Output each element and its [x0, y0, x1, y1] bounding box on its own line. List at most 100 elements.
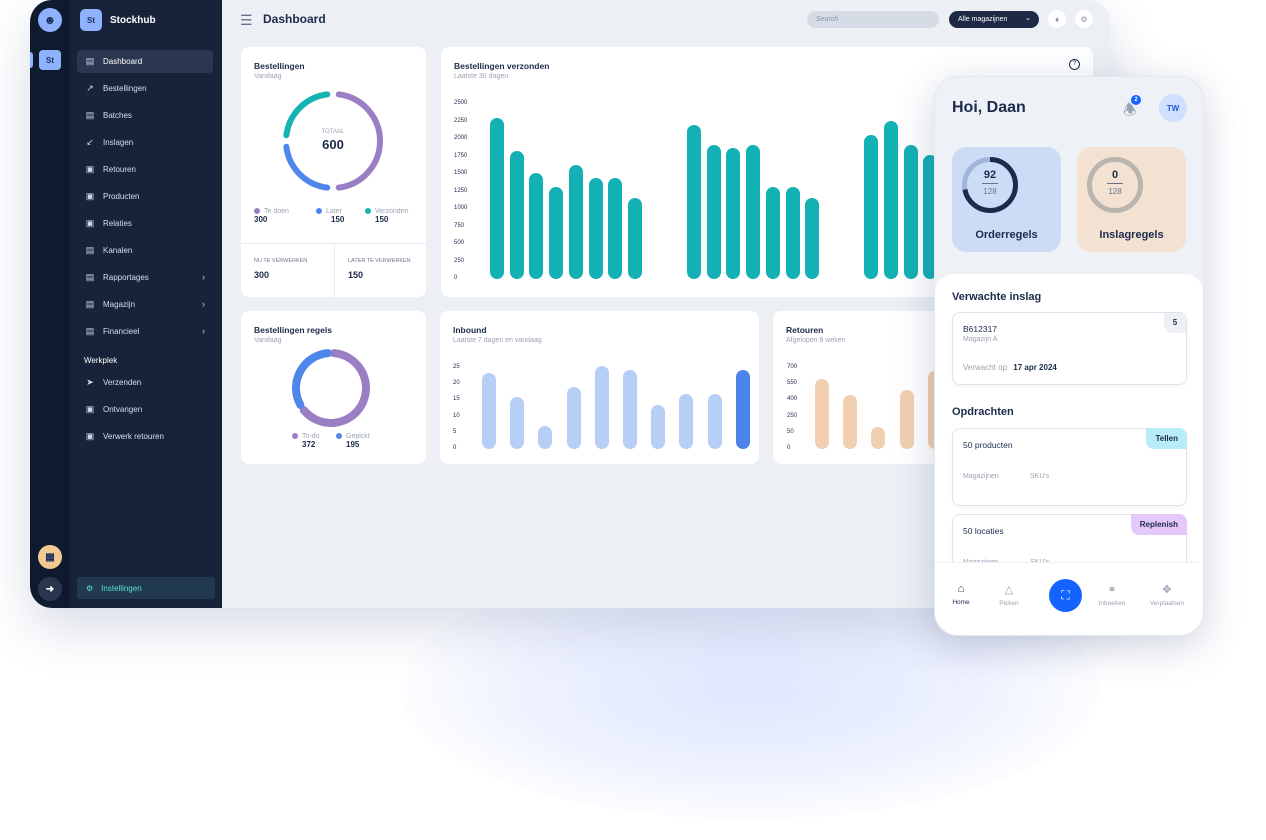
menu-icon[interactable]: ☰	[240, 12, 253, 29]
y-tick-label: 5	[453, 428, 457, 435]
sidebar-item-settings[interactable]: ⚙ Instellingen	[77, 577, 215, 599]
stat-label: Inslagregels	[1099, 229, 1164, 241]
building-icon[interactable]: ▦	[38, 545, 62, 569]
tab-verplaatsen[interactable]: ✥ Verplaatsen	[1142, 583, 1192, 607]
gear-icon[interactable]: ⚙	[1075, 10, 1093, 28]
search-input[interactable]: Search	[807, 11, 939, 28]
y-tick-label: 2500	[454, 100, 468, 106]
chevron-right-icon: ›	[202, 326, 205, 336]
now-label: NU TE VERWERKEN	[254, 258, 308, 264]
chart-bar	[679, 393, 694, 449]
sidebar-item-retouren[interactable]: ▣ Retouren	[77, 158, 213, 181]
batches-icon: ▤	[85, 110, 95, 120]
legend-dot	[316, 208, 322, 215]
order-lines-stat[interactable]: 92 128 Orderregels	[952, 147, 1061, 252]
sidebar-item-label: Verwerk retouren	[103, 432, 164, 441]
legend-value: 150	[375, 215, 389, 224]
arrow-down-left-icon: ↙	[86, 137, 94, 147]
tasks-title: Opdrachten	[952, 406, 1014, 418]
bell-icon[interactable]: ♦	[1048, 10, 1066, 28]
section-label-werkplek: Werkplek	[84, 356, 118, 365]
mobile-app: Hoi, Daan 🕭 2 TW 92 128 Orderregels 0 12…	[934, 76, 1204, 636]
inslag-lines-ring	[1087, 157, 1143, 213]
page-title: Dashboard	[263, 12, 326, 26]
sidebar-item-relaties[interactable]: ▣ Relaties	[77, 212, 213, 235]
sidebar-item-label: Ontvangen	[103, 405, 143, 414]
sidebar-item-label: Verzenden	[103, 378, 142, 387]
sidebar-item-financieel[interactable]: ▤ Financieel ›	[77, 320, 213, 343]
expected-warehouse: Magazijn A	[963, 336, 998, 343]
pick-icon: △	[1004, 584, 1014, 596]
rail-org-button[interactable]: St	[39, 50, 61, 70]
sidebar-item-batches[interactable]: ▤ Batches	[77, 104, 213, 127]
sidebar-item-label: Batches	[103, 111, 132, 120]
logout-icon[interactable]: ➜	[38, 577, 62, 601]
sidebar-item-producten[interactable]: ▣ Producten	[77, 185, 213, 208]
sidebar-item-inslagen[interactable]: ↙ Inslagen	[77, 131, 213, 154]
tab-label: Home	[952, 599, 970, 606]
contacts-icon: ▣	[85, 218, 95, 228]
link-icon: ⚭	[1107, 584, 1117, 596]
sidebar-item-verzenden[interactable]: ➤ Verzenden	[77, 371, 213, 394]
y-tick-label: 1000	[454, 205, 468, 211]
returns-icon: ▣	[85, 431, 95, 441]
legend-dot	[365, 208, 371, 215]
task-title: 50 producten	[963, 440, 1013, 450]
chart-bar	[899, 389, 914, 449]
sidebar-item-rapportages[interactable]: ▤ Rapportages ›	[77, 266, 213, 289]
sidebar-item-magazijn[interactable]: ▤ Magazijn ›	[77, 293, 213, 316]
inbound-card: Inbound Laatste 7 dagen en vandaag 25 20 1…	[440, 311, 759, 464]
legend-dot	[292, 433, 298, 440]
y-tick-label: 0	[453, 445, 457, 451]
card-subtitle: Vandaag	[254, 73, 282, 80]
chart-bar	[735, 369, 750, 449]
sidebar-item-ontvangen[interactable]: ▣ Ontvangen	[77, 398, 213, 421]
y-tick-label: 1750	[454, 152, 468, 159]
brand-name: Stockhub	[110, 14, 156, 26]
chart-bar	[627, 197, 642, 279]
expected-date-label: Verwacht op	[963, 363, 1008, 372]
y-tick-label: 0	[787, 445, 791, 451]
sidebar-item-verwerk-retouren[interactable]: ▣ Verwerk retouren	[77, 425, 213, 448]
y-tick-label: 500	[454, 240, 465, 246]
sidebar-item-label: Retouren	[103, 165, 136, 174]
card-title: Bestellingen	[254, 61, 305, 71]
expected-card[interactable]: B612317 Magazijn A 5 Verwacht op 17 apr …	[952, 312, 1187, 385]
inbox-icon: ▣	[85, 404, 95, 414]
scan-button[interactable]: ⛶	[1049, 579, 1082, 612]
stat-value: 92	[983, 169, 997, 181]
y-tick-label: 400	[787, 396, 798, 403]
chart-bar	[871, 427, 886, 449]
legend-label: To-do	[302, 433, 320, 440]
tab-home[interactable]: ⌂ Home	[936, 583, 986, 606]
total-value: 600	[322, 137, 344, 152]
y-tick-label: 250	[787, 412, 798, 419]
chart-bar	[566, 387, 581, 449]
donut-center: TOTAAL 600	[283, 129, 383, 152]
chart-bar	[623, 369, 637, 449]
y-tick-label: 700	[787, 364, 798, 370]
later-label: LATER TE VERWERKEN	[348, 258, 411, 264]
user-icon[interactable]: ☻	[38, 8, 62, 32]
task-card[interactable]: 50 producten Tellen Magazijnen SKU's	[952, 428, 1187, 506]
tab-inboeken[interactable]: ⚭ Inboeken	[1087, 583, 1137, 607]
scan-icon: ⛶	[1061, 588, 1070, 602]
sidebar-item-label: Dashboard	[103, 57, 143, 66]
chart-bar	[815, 378, 829, 449]
tab-picken[interactable]: △ Picken	[984, 583, 1034, 607]
chart-bar	[687, 125, 701, 279]
warehouse-select[interactable]: Alle magazijnen ⌄	[949, 11, 1039, 28]
legend-item: Verzonden 150	[365, 208, 408, 224]
inslag-lines-stat[interactable]: 0 128 Inslagregels	[1077, 147, 1186, 252]
chart-bar	[746, 145, 761, 279]
chart-bar	[510, 397, 525, 449]
legend-value: 195	[346, 440, 360, 449]
sidebar-item-dashboard[interactable]: ▤ Dashboard	[77, 50, 213, 73]
sidebar-item-label: Relaties	[103, 219, 132, 228]
legend-label: Gepickt	[346, 433, 370, 440]
sidebar-item-kanalen[interactable]: ▤ Kanalen	[77, 239, 213, 262]
chevron-down-icon: ⌄	[1025, 15, 1031, 22]
chart-bar	[805, 197, 820, 279]
sidebar-item-bestellingen[interactable]: ↗ Bestellingen	[77, 77, 213, 100]
avatar[interactable]: TW	[1159, 94, 1187, 122]
